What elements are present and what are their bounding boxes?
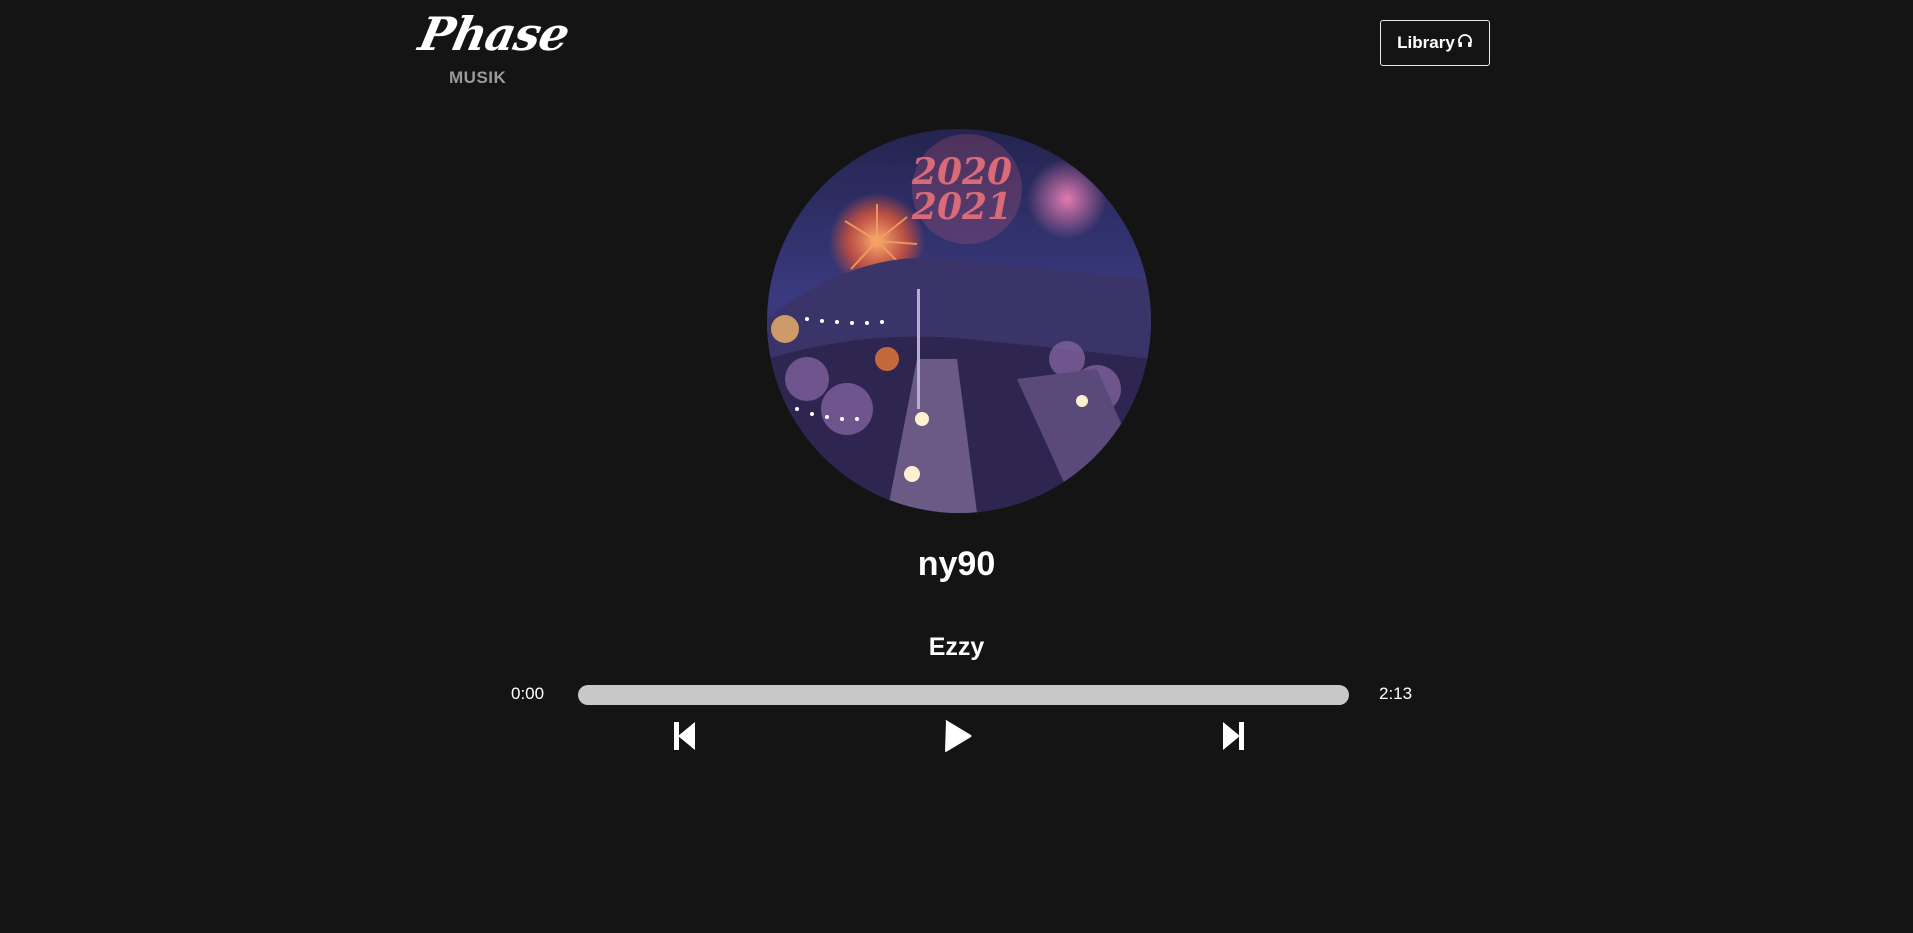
library-button[interactable]: Library xyxy=(1380,20,1490,66)
skip-back-icon xyxy=(673,721,697,751)
headphones-icon xyxy=(1457,33,1473,54)
current-time: 0:00 xyxy=(511,684,545,703)
previous-button[interactable] xyxy=(667,718,703,754)
logo-text: Phase xyxy=(414,7,574,61)
total-time: 2:13 xyxy=(1379,684,1413,703)
logo-subtitle: MUSIK xyxy=(449,68,507,87)
skip-forward-icon xyxy=(1221,721,1245,751)
player-page: Phase MUSIK Library 2020 2021 ny90 Ezzy … xyxy=(0,0,1913,933)
album-cover-art: 2020 2021 xyxy=(767,129,1151,513)
song-title: ny90 xyxy=(917,545,996,583)
svg-text:2021: 2021 xyxy=(911,186,1012,228)
play-icon xyxy=(943,719,973,753)
song-artist: Ezzy xyxy=(928,633,985,661)
next-button[interactable] xyxy=(1215,718,1251,754)
progress-bar[interactable] xyxy=(578,685,1349,705)
play-button[interactable] xyxy=(940,718,976,754)
logo[interactable]: Phase MUSIK xyxy=(414,7,573,87)
library-button-label: Library xyxy=(1397,33,1455,52)
album-cover: 2020 2021 xyxy=(767,129,1151,513)
